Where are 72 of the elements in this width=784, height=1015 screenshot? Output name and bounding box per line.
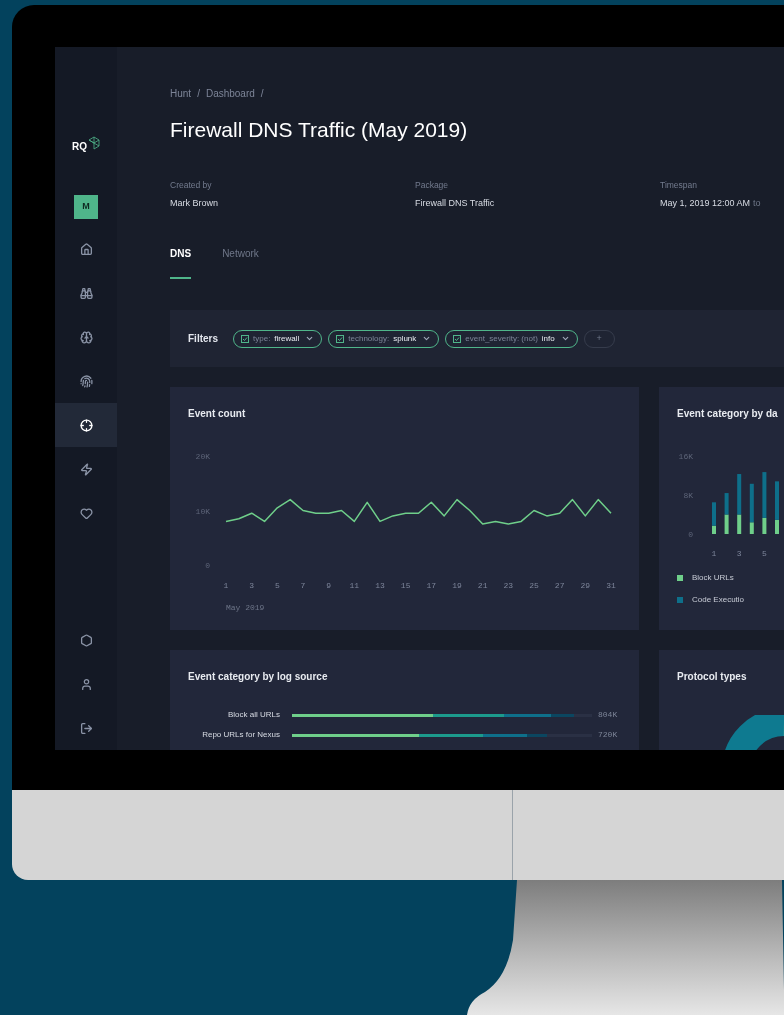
home-icon xyxy=(79,242,93,256)
axis-tick-label: 9 xyxy=(326,581,332,590)
row-value: 804K xyxy=(598,709,618,721)
legend-label: Block URLs xyxy=(692,573,734,583)
meta-label: Package xyxy=(415,180,450,190)
legend-label: Code Executio xyxy=(692,595,745,605)
binoculars-icon xyxy=(79,286,93,300)
page-title: Firewall DNS Traffic (May 2019) xyxy=(170,117,469,143)
filter-value: info xyxy=(541,332,555,345)
card-title: Event category by da xyxy=(677,407,779,421)
breadcrumb-separator: / xyxy=(260,88,264,100)
axis-tick-label: 31 xyxy=(606,581,616,590)
meta-value: Mark Brown xyxy=(170,197,218,209)
tab[interactable]: DNS xyxy=(170,248,192,279)
card-title: Event count xyxy=(188,407,247,421)
breadcrumb-link[interactable]: Dashboard xyxy=(205,88,255,100)
checked-box-icon[interactable] xyxy=(453,334,462,343)
filter-key: event_severity: (not) xyxy=(465,332,538,345)
filter-value: splunk xyxy=(393,332,417,345)
row-value: 720K xyxy=(598,729,618,741)
filter-key: type: xyxy=(253,332,271,345)
lightning-icon xyxy=(79,462,93,476)
logo-text: RQ xyxy=(72,142,87,152)
caret-icon xyxy=(422,334,432,343)
axis-tick-label: 21 xyxy=(477,581,488,590)
axis-tick-label: 3 xyxy=(249,581,255,590)
axis-tick-label: 29 xyxy=(580,581,591,590)
card-title: Protocol types xyxy=(677,670,748,684)
donut-drawing xyxy=(722,715,784,750)
avatar[interactable]: M xyxy=(74,195,98,219)
axis-tick-label: 5 xyxy=(762,549,767,558)
filter-key: technology: xyxy=(348,332,390,345)
meta-label: Created by xyxy=(170,180,213,190)
fingerprint-icon xyxy=(79,374,93,388)
axis-tick-label: 25 xyxy=(529,581,539,590)
heart-icon xyxy=(79,506,93,520)
axis-tick-label: 19 xyxy=(452,581,462,590)
filter-label: Filters xyxy=(188,332,218,346)
sidebar-item[interactable] xyxy=(55,403,117,447)
breadcrumb-separator: / xyxy=(197,88,200,100)
tab[interactable]: Network xyxy=(222,248,259,279)
meta-value: May 1, 2019 12:00 AM xyxy=(660,197,751,209)
row-label: Block all URLs xyxy=(227,709,280,721)
logout-icon xyxy=(79,721,93,735)
axis-tick-label: 3 xyxy=(736,549,742,558)
axis-tick-label: 13 xyxy=(375,581,385,590)
checked-box-icon[interactable] xyxy=(336,334,345,343)
user-icon xyxy=(79,677,93,691)
checked-box-icon[interactable] xyxy=(241,334,249,343)
axis-tick-label: 1 xyxy=(223,581,229,590)
brain-icon xyxy=(79,330,93,344)
axis-tick-label: 15 xyxy=(400,581,411,590)
logo-cube-icon xyxy=(88,136,100,150)
axis-tick-label: 7 xyxy=(300,581,306,590)
axis-label: May 2019 xyxy=(226,603,265,612)
card-title: Event category by log source xyxy=(188,670,329,684)
hexagon-icon xyxy=(79,633,93,647)
meta-label: Timespan xyxy=(660,180,698,190)
crosshair-icon xyxy=(79,418,93,432)
axis-tick-label: 23 xyxy=(503,581,514,590)
axis-tick-label: 11 xyxy=(349,581,360,590)
breadcrumb-link[interactable]: Hunt xyxy=(170,88,192,100)
caret-icon xyxy=(560,334,570,343)
caret-icon xyxy=(305,334,315,343)
row-label: Repo URLs for Nexus xyxy=(201,729,280,741)
axis-tick-label: 5 xyxy=(274,581,280,590)
axis-tick-label: 27 xyxy=(554,581,565,590)
filter-value: firewall xyxy=(274,332,300,345)
axis-tick-label: 1 xyxy=(711,549,717,558)
meta-connector: to xyxy=(753,197,761,209)
axis-tick-label: 17 xyxy=(426,581,437,590)
meta-value: Firewall DNS Traffic xyxy=(415,197,495,209)
